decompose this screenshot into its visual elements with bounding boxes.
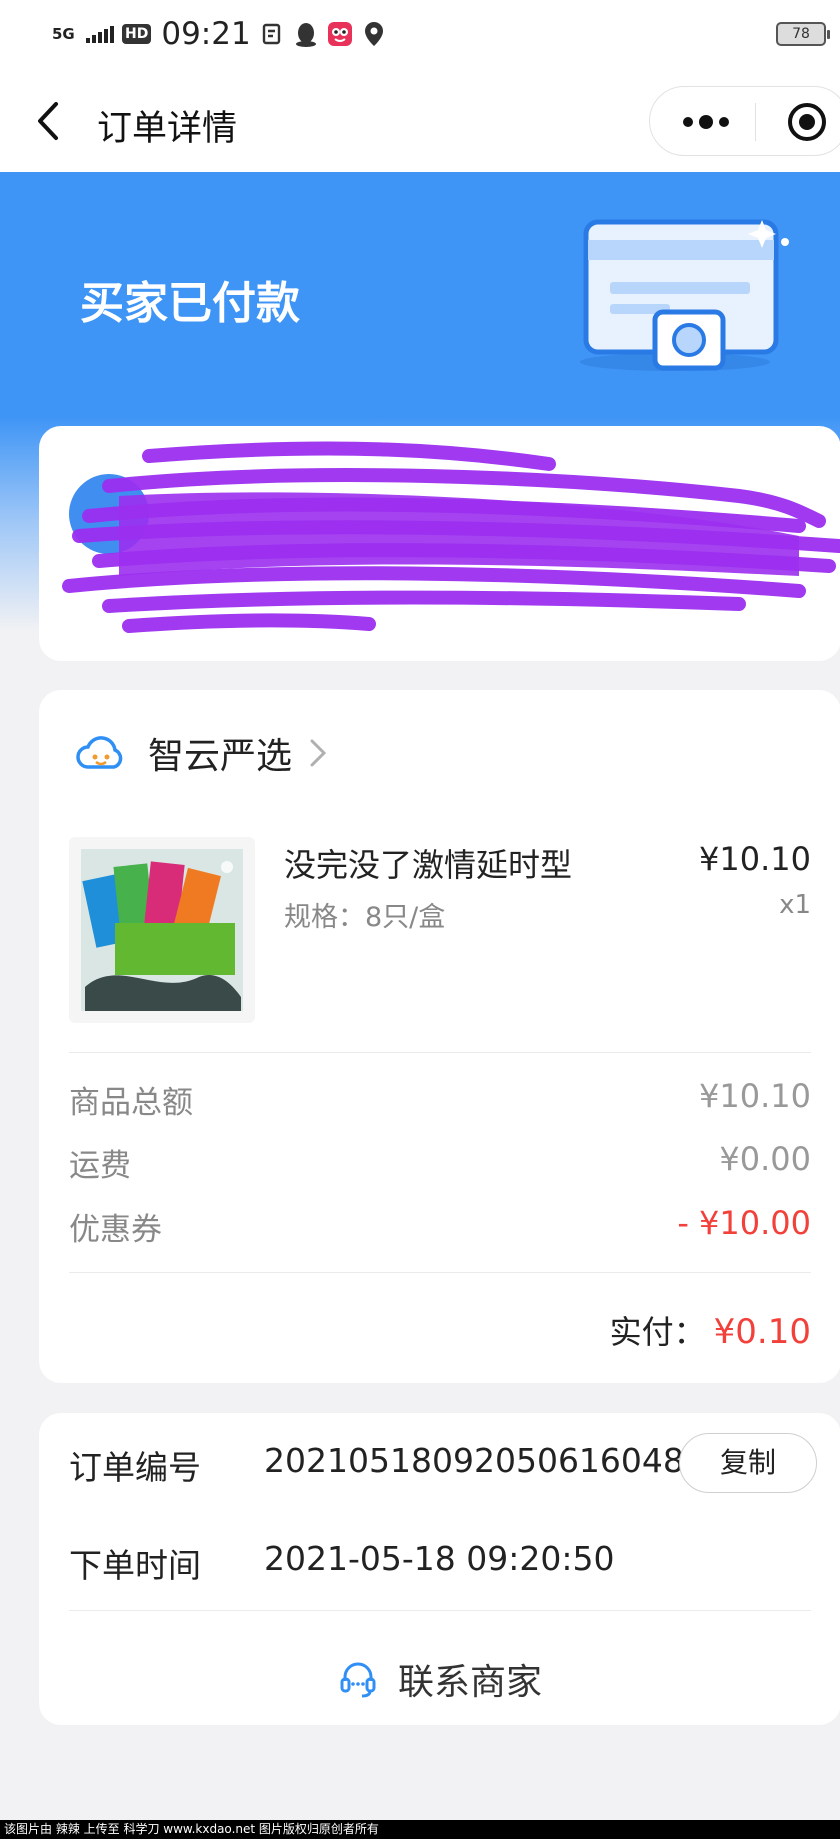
battery-indicator: 78 xyxy=(776,22,830,46)
order-time-value: 2021-05-18 09:20:50 xyxy=(264,1539,615,1578)
shop-name: 智云严选 xyxy=(148,736,293,777)
network-type: 5G xyxy=(52,25,75,43)
fee-label: 优惠券 xyxy=(69,1212,162,1248)
paid-value: ¥0.10 xyxy=(713,1312,811,1352)
app-icon xyxy=(327,21,353,47)
copy-button[interactable]: 复制 xyxy=(679,1433,817,1493)
order-number-value: 20210518092050616048 xyxy=(264,1441,684,1480)
signal-icon xyxy=(86,25,114,43)
divider xyxy=(69,1610,811,1611)
goods-card: 智云严选 没完没了激情延时型 规格：8只/盒 ¥10.10 x1 商品总额 ¥1… xyxy=(39,690,840,1383)
chevron-left-icon[interactable] xyxy=(30,98,70,144)
contact-merchant-label: 联系商家 xyxy=(397,1662,542,1703)
product-quantity: x1 xyxy=(779,890,811,920)
mini-program-capsule xyxy=(649,86,840,156)
location-pin-icon xyxy=(361,21,387,47)
paid-label: 实付： xyxy=(609,1313,706,1351)
status-time: 09:21 xyxy=(161,16,251,52)
divider xyxy=(69,1052,811,1053)
chevron-right-icon xyxy=(310,739,327,767)
status-bar: 5G HD 09:21 78 xyxy=(0,0,840,70)
headset-icon xyxy=(340,1662,376,1698)
fee-row-subtotal: 商品总额 ¥10.10 xyxy=(69,1077,811,1121)
fee-value: ¥10.10 xyxy=(699,1077,811,1115)
fee-row-shipping: 运费 ¥0.00 xyxy=(69,1140,811,1184)
order-status-text: 买家已付款 xyxy=(80,278,300,329)
fee-row-coupon: 优惠券 - ¥10.00 xyxy=(69,1204,811,1248)
target-close-icon[interactable] xyxy=(787,102,827,142)
order-number-label: 订单编号 xyxy=(69,1448,201,1487)
qq-icon xyxy=(293,21,319,47)
nav-bar: 订单详情 xyxy=(0,70,840,172)
status-bar-left: 5G HD 09:21 xyxy=(52,16,387,52)
shop-entry[interactable]: 智云严选 xyxy=(74,725,328,781)
product-box-image[interactable] xyxy=(69,837,255,1023)
order-info-card: 订单编号 20210518092050616048 复制 下单时间 2021-0… xyxy=(39,1413,840,1725)
divider xyxy=(69,1272,811,1273)
hd-badge: HD xyxy=(122,24,152,44)
product-spec: 规格：8只/盒 xyxy=(284,902,446,933)
fee-label: 商品总额 xyxy=(69,1085,193,1121)
payment-card-illustration xyxy=(580,212,800,382)
watermark-footer: 该图片由 辣辣 上传至 科学刀 www.kxdao.net 图片版权归原创者所有 xyxy=(0,1820,840,1839)
order-time-label: 下单时间 xyxy=(69,1546,201,1585)
fee-label: 运费 xyxy=(69,1148,131,1184)
paid-total: 实付： ¥0.10 xyxy=(610,1307,811,1353)
sim-icon xyxy=(259,21,285,47)
more-dots-icon[interactable] xyxy=(678,111,734,133)
capsule-divider xyxy=(755,103,756,141)
product-name: 没完没了激情延时型 xyxy=(284,846,573,884)
fee-value: ¥0.00 xyxy=(719,1140,811,1178)
contact-merchant-button[interactable]: 联系商家 xyxy=(39,1639,840,1719)
product-price: ¥10.10 xyxy=(699,840,811,878)
redaction-scribble xyxy=(62,441,840,633)
page-title: 订单详情 xyxy=(97,109,238,149)
address-card[interactable] xyxy=(39,426,840,661)
cloud-face-icon xyxy=(76,736,123,769)
fee-value-discount: - ¥10.00 xyxy=(677,1204,811,1242)
